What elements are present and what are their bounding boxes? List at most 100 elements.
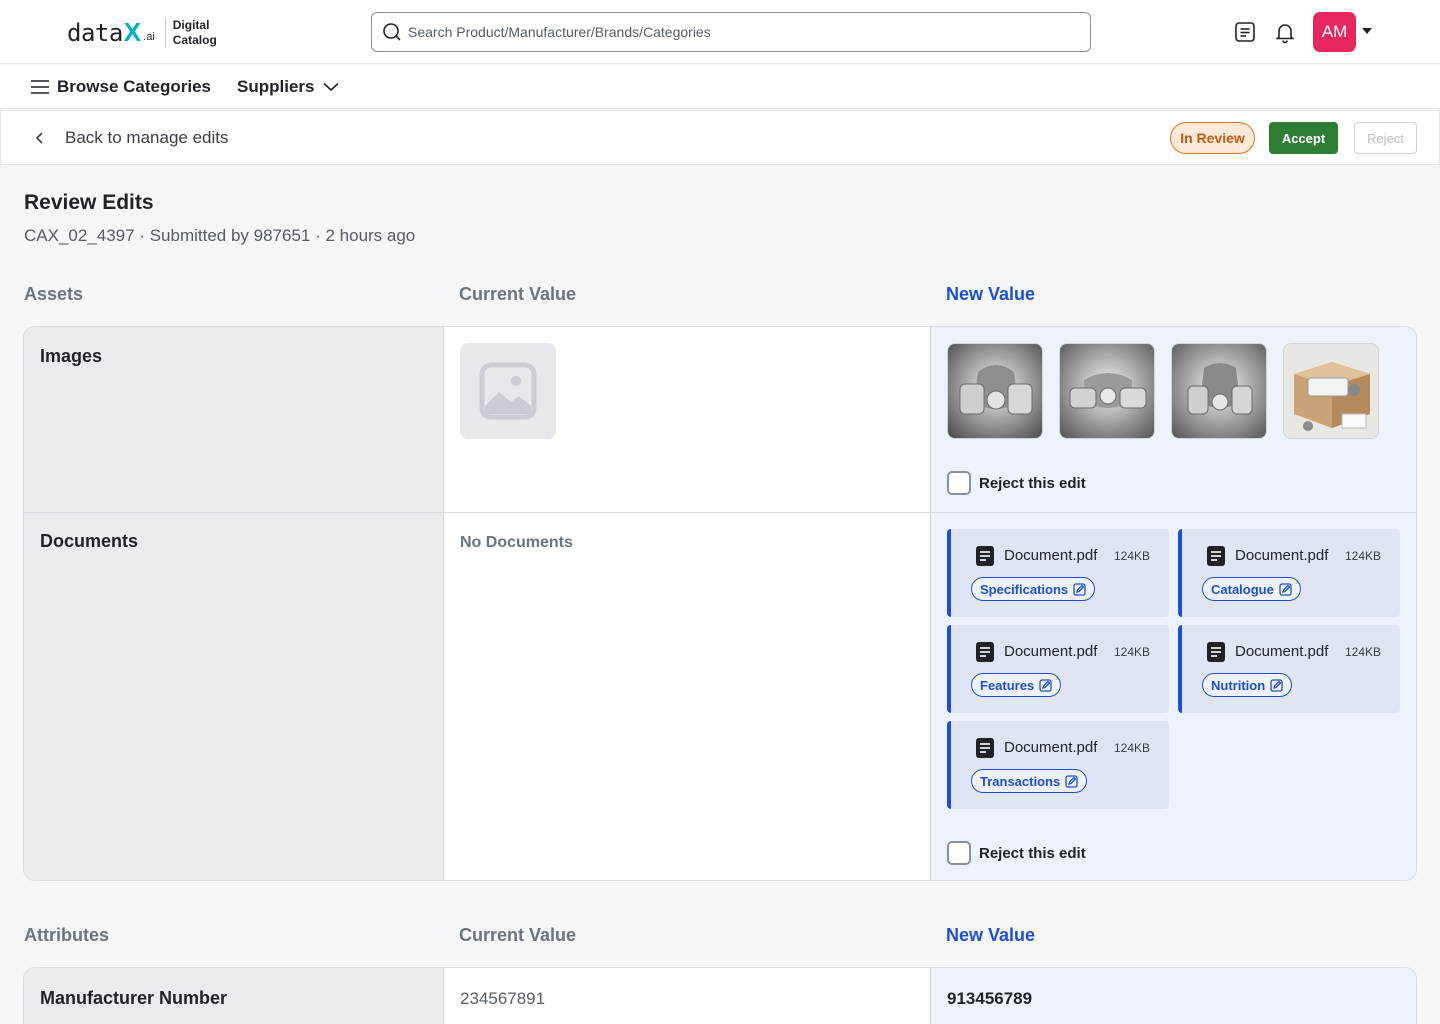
attributes-new-value-header: New Value <box>946 925 1036 945</box>
logo-sub-line2: Catalog <box>172 32 217 47</box>
document-card[interactable]: Document.pdf 124KB Catalogue <box>1178 529 1400 617</box>
edit-icon[interactable] <box>1039 678 1052 692</box>
document-tag-label: Transactions <box>980 773 1061 789</box>
reject-button[interactable]: Reject <box>1354 122 1417 154</box>
attribute-current-value: 234567891 <box>460 989 546 1008</box>
document-tag[interactable]: Nutrition <box>1202 673 1293 697</box>
document-card[interactable]: Document.pdf 124KB Nutrition <box>1178 625 1400 713</box>
attribute-new-value: 913456789 <box>947 989 1033 1008</box>
document-card[interactable]: Document.pdf 124KB Specifications <box>947 529 1169 617</box>
datax-logo[interactable]: data X .ai Digital Catalog <box>67 17 217 48</box>
reject-images-edit-checkbox[interactable]: Reject this edit <box>947 471 1086 495</box>
user-avatar[interactable]: AM <box>1313 12 1356 52</box>
assets-section-label: Assets <box>24 284 84 304</box>
attribute-current-cell: 234567891 <box>444 968 931 1024</box>
images-row: Images Reject this edit <box>24 327 1416 512</box>
respirator-mask-image <box>1060 344 1154 438</box>
attributes-current-value-header: Current Value <box>459 925 577 945</box>
attributes-section-label: Attributes <box>24 925 109 945</box>
respirator-mask-image <box>948 344 1042 438</box>
edit-icon[interactable] <box>1270 678 1283 692</box>
image-placeholder-icon <box>479 362 537 420</box>
image-placeholder <box>460 343 556 439</box>
document-card[interactable]: Document.pdf 124KB Transactions <box>947 721 1169 809</box>
document-tag[interactable]: Specifications <box>971 577 1096 601</box>
checkbox-box[interactable] <box>947 841 971 865</box>
attribute-new-cell: 913456789 <box>931 968 1416 1024</box>
browse-categories-menu[interactable]: Browse Categories <box>31 77 211 97</box>
respirator-mask-image <box>1172 344 1266 438</box>
assets-card: Images Reject this edit Documents No Doc… <box>23 326 1417 881</box>
document-size: 124KB <box>1345 645 1382 659</box>
document-name: Document.pdf <box>1235 643 1329 660</box>
chevron-down-icon <box>323 82 340 92</box>
document-name: Document.pdf <box>1004 643 1098 660</box>
edit-action-bar: Back to manage edits In Review Accept Re… <box>0 110 1440 165</box>
top-header: data X .ai Digital Catalog AM <box>0 0 1440 64</box>
new-image-2[interactable] <box>1059 343 1155 439</box>
documents-label-cell: Documents <box>24 513 444 880</box>
caret-down-icon[interactable] <box>1362 28 1372 34</box>
new-image-4[interactable] <box>1283 343 1379 439</box>
document-tag[interactable]: Transactions <box>971 769 1088 793</box>
back-to-manage-edits[interactable]: Back to manage edits <box>35 128 228 148</box>
checkbox-box[interactable] <box>947 471 971 495</box>
document-icon <box>1207 546 1225 566</box>
document-tag-label: Specifications <box>980 581 1069 597</box>
reject-documents-edit-checkbox[interactable]: Reject this edit <box>947 841 1086 865</box>
page-subtitle: CAX_02_4397 · Submitted by 987651 · 2 ho… <box>24 226 416 245</box>
accept-button[interactable]: Accept <box>1269 122 1338 154</box>
images-current-cell <box>444 327 931 512</box>
document-icon <box>976 546 994 566</box>
search-bar[interactable] <box>371 12 1091 52</box>
document-size: 124KB <box>1114 549 1151 563</box>
logo-x: X <box>123 17 142 47</box>
document-size: 124KB <box>1114 645 1151 659</box>
attribute-label: Manufacturer Number <box>40 988 228 1008</box>
images-new-cell: Reject this edit <box>931 327 1416 512</box>
search-input[interactable] <box>408 24 1068 40</box>
product-box-image <box>1284 344 1378 438</box>
bell-icon[interactable] <box>1273 20 1297 44</box>
new-image-3[interactable] <box>1171 343 1267 439</box>
logo-divider <box>164 17 166 48</box>
document-size: 124KB <box>1345 549 1382 563</box>
logo-sub-line1: Digital <box>172 17 210 32</box>
document-list-icon[interactable] <box>1233 20 1257 44</box>
document-size: 124KB <box>1114 741 1151 755</box>
reject-edit-label: Reject this edit <box>979 474 1086 492</box>
document-tag-label: Nutrition <box>1211 677 1266 693</box>
documents-label: Documents <box>40 531 139 551</box>
document-name: Document.pdf <box>1235 547 1329 564</box>
hamburger-icon <box>31 80 49 94</box>
logo-word: data <box>67 18 123 47</box>
document-icon <box>976 738 994 758</box>
document-tag[interactable]: Catalogue <box>1202 577 1301 601</box>
chevron-left-icon <box>35 132 43 144</box>
document-card[interactable]: Document.pdf 124KB Features <box>947 625 1169 713</box>
documents-current-cell: No Documents <box>444 513 931 880</box>
suppliers-label: Suppliers <box>237 77 315 96</box>
edit-icon[interactable] <box>1065 774 1078 788</box>
suppliers-menu[interactable]: Suppliers <box>237 77 340 97</box>
documents-row: Documents No Documents Document.pdf 124K… <box>24 513 1416 880</box>
document-tag[interactable]: Features <box>971 673 1062 697</box>
document-icon <box>1207 642 1225 662</box>
attribute-label-cell: Manufacturer Number <box>24 968 444 1024</box>
back-label: Back to manage edits <box>65 128 229 147</box>
document-tag-label: Catalogue <box>1211 581 1274 597</box>
document-name: Document.pdf <box>1004 739 1098 756</box>
search-icon <box>383 23 401 41</box>
status-badge: In Review <box>1170 122 1255 154</box>
edit-icon[interactable] <box>1073 582 1086 596</box>
assets-new-value-header: New Value <box>946 284 1036 304</box>
page-title: Review Edits <box>24 191 154 214</box>
new-image-1[interactable] <box>947 343 1043 439</box>
document-tag-label: Features <box>980 677 1035 693</box>
document-icon <box>976 642 994 662</box>
no-documents-text: No Documents <box>460 534 573 551</box>
attributes-card: Manufacturer Number 234567891 913456789 <box>23 967 1417 1024</box>
edit-icon[interactable] <box>1279 582 1292 596</box>
document-name: Document.pdf <box>1004 547 1098 564</box>
images-label: Images <box>40 346 103 366</box>
